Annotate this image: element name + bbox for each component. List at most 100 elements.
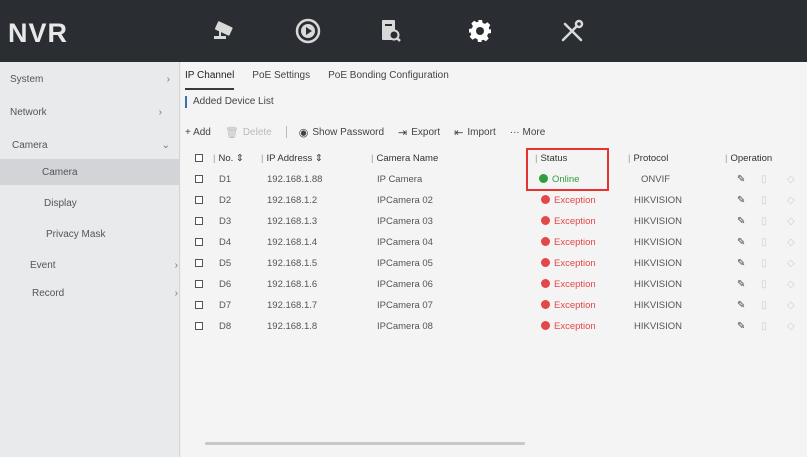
edit-icon[interactable]: ✎ <box>737 258 745 269</box>
sidebar-item-event[interactable]: Event › <box>0 252 180 278</box>
sidebar-item-display[interactable]: Display <box>0 190 180 216</box>
delete-icon[interactable]: ▯ <box>761 174 767 185</box>
row-checkbox[interactable] <box>195 196 203 204</box>
edit-icon[interactable]: ✎ <box>737 216 745 227</box>
sidebar-item-label: Privacy Mask <box>46 228 106 240</box>
link-icon[interactable]: ◇ <box>787 237 795 248</box>
table-row[interactable]: D2 192.168.1.2 IPCamera 02 Exception HIKVISI… <box>187 190 807 211</box>
chevron-right-icon: › <box>166 73 170 85</box>
error-circle-icon <box>541 258 550 267</box>
table-row[interactable]: D7 192.168.1.7 IPCamera 07 Exception HIKVISI… <box>187 295 807 316</box>
table-row[interactable]: D5 192.168.1.5 IPCamera 05 Exception HIKVISI… <box>187 253 807 274</box>
cell-camera-name: IPCamera 05 <box>377 258 433 269</box>
edit-icon[interactable]: ✎ <box>737 300 745 311</box>
link-icon[interactable]: ◇ <box>787 321 795 332</box>
row-checkbox[interactable] <box>195 238 203 246</box>
search-nav-icon[interactable] <box>370 14 410 48</box>
cell-protocol: HIKVISION <box>634 321 683 332</box>
cell-protocol: HIKVISION <box>634 237 683 248</box>
row-checkbox[interactable] <box>195 259 203 267</box>
screen-body: System › Network › Camera ⌄ Camera Displ… <box>0 62 807 457</box>
link-icon[interactable]: ◇ <box>787 300 795 311</box>
sidebar-item-system[interactable]: System › <box>0 66 180 92</box>
cell-no: D8 <box>219 321 232 332</box>
show-password-button[interactable]: ◉ Show Password <box>299 126 384 139</box>
column-header-no[interactable]: | No. ⇕ <box>213 153 244 164</box>
cell-ip: 192.168.1.4 <box>267 237 318 248</box>
delete-icon[interactable]: ▯ <box>761 300 767 311</box>
link-icon[interactable]: ◇ <box>787 174 795 185</box>
cell-no: D2 <box>219 195 232 206</box>
row-checkbox[interactable] <box>195 217 203 225</box>
toolbar-divider <box>285 126 287 138</box>
edit-icon[interactable]: ✎ <box>737 237 745 248</box>
cell-status: Exception <box>541 321 596 332</box>
row-checkbox[interactable] <box>195 322 203 330</box>
sidebar-item-record[interactable]: Record › <box>0 280 180 306</box>
cell-camera-name: IPCamera 02 <box>377 195 433 206</box>
table-row[interactable]: D6 192.168.1.6 IPCamera 06 Exception HIKVISI… <box>187 274 807 295</box>
link-icon[interactable]: ◇ <box>787 258 795 269</box>
link-icon[interactable]: ◇ <box>787 195 795 206</box>
column-header-ip[interactable]: | IP Address ⇕ <box>261 153 323 164</box>
sidebar-item-camera[interactable]: Camera <box>0 159 180 185</box>
delete-icon[interactable]: ▯ <box>761 321 767 332</box>
sidebar: System › Network › Camera ⌄ Camera Displ… <box>0 62 180 457</box>
sidebar-item-network[interactable]: Network › <box>0 99 180 125</box>
cell-protocol: HIKVISION <box>634 216 683 227</box>
export-button[interactable]: ⇥ Export <box>398 126 440 139</box>
chevron-right-icon: › <box>174 287 178 299</box>
cell-camera-name: IPCamera 04 <box>377 237 433 248</box>
row-checkbox[interactable] <box>195 280 203 288</box>
cell-status: Exception <box>541 216 596 227</box>
tab-bar: IP Channel PoE Settings PoE Bonding Conf… <box>185 70 449 90</box>
playback-nav-icon[interactable] <box>288 14 328 48</box>
sidebar-item-privacy-mask[interactable]: Privacy Mask <box>0 221 180 247</box>
column-header-operation: | Operation <box>725 153 773 164</box>
select-all-checkbox[interactable] <box>195 154 203 162</box>
delete-icon[interactable]: ▯ <box>761 258 767 269</box>
chevron-right-icon: › <box>158 106 162 118</box>
error-circle-icon <box>541 216 550 225</box>
eye-icon: ◉ <box>298 126 309 139</box>
edit-icon[interactable]: ✎ <box>737 321 745 332</box>
delete-button[interactable]: 🗑 Delete <box>225 126 272 139</box>
edit-icon[interactable]: ✎ <box>737 195 745 206</box>
row-checkbox[interactable] <box>195 175 203 183</box>
table-row[interactable]: D8 192.168.1.8 IPCamera 08 Exception HIKVISI… <box>187 316 807 337</box>
cell-no: D7 <box>219 300 232 311</box>
cell-protocol: HIKVISION <box>634 279 683 290</box>
link-icon[interactable]: ◇ <box>787 216 795 227</box>
delete-icon[interactable]: ▯ <box>761 195 767 206</box>
tab-poe-bonding-configuration[interactable]: PoE Bonding Configuration <box>328 70 449 90</box>
maintenance-nav-icon[interactable] <box>552 14 592 48</box>
edit-icon[interactable]: ✎ <box>737 279 745 290</box>
add-button[interactable]: + Add <box>185 127 211 138</box>
row-checkbox[interactable] <box>195 301 203 309</box>
delete-icon[interactable]: ▯ <box>761 216 767 227</box>
chevron-down-icon: ⌄ <box>161 139 170 151</box>
toolbar: + Add 🗑 Delete ◉ Show Password ⇥ Export … <box>185 124 559 140</box>
error-circle-icon <box>541 195 550 204</box>
main-content: IP Channel PoE Settings PoE Bonding Conf… <box>181 62 807 457</box>
delete-icon[interactable]: ▯ <box>761 237 767 248</box>
delete-icon[interactable]: ▯ <box>761 279 767 290</box>
cell-camera-name: IP Camera <box>377 174 423 185</box>
horizontal-scrollbar[interactable] <box>205 442 525 445</box>
cell-ip: 192.168.1.88 <box>267 174 323 185</box>
import-button[interactable]: ⇤ Import <box>454 126 496 139</box>
table-row[interactable]: D3 192.168.1.3 IPCamera 03 Exception HIKVISI… <box>187 211 807 232</box>
tab-ip-channel[interactable]: IP Channel <box>185 70 235 90</box>
sidebar-item-label: Network <box>10 106 47 118</box>
sidebar-item-camera-group[interactable]: Camera ⌄ <box>0 132 180 158</box>
more-button[interactable]: ··· More <box>510 127 546 138</box>
link-icon[interactable]: ◇ <box>787 279 795 290</box>
cell-camera-name: IPCamera 06 <box>377 279 433 290</box>
cell-status: Exception <box>541 195 596 206</box>
edit-icon[interactable]: ✎ <box>737 174 745 185</box>
table-row[interactable]: D4 192.168.1.4 IPCamera 04 Exception HIKVISI… <box>187 232 807 253</box>
settings-nav-icon[interactable] <box>460 14 500 48</box>
tab-poe-settings[interactable]: PoE Settings <box>252 70 310 90</box>
table-row[interactable]: D1 192.168.1.88 IP Camera Online ONVIF ✎ ▯ ◇ <box>187 169 807 190</box>
camera-nav-icon[interactable] <box>205 14 245 48</box>
